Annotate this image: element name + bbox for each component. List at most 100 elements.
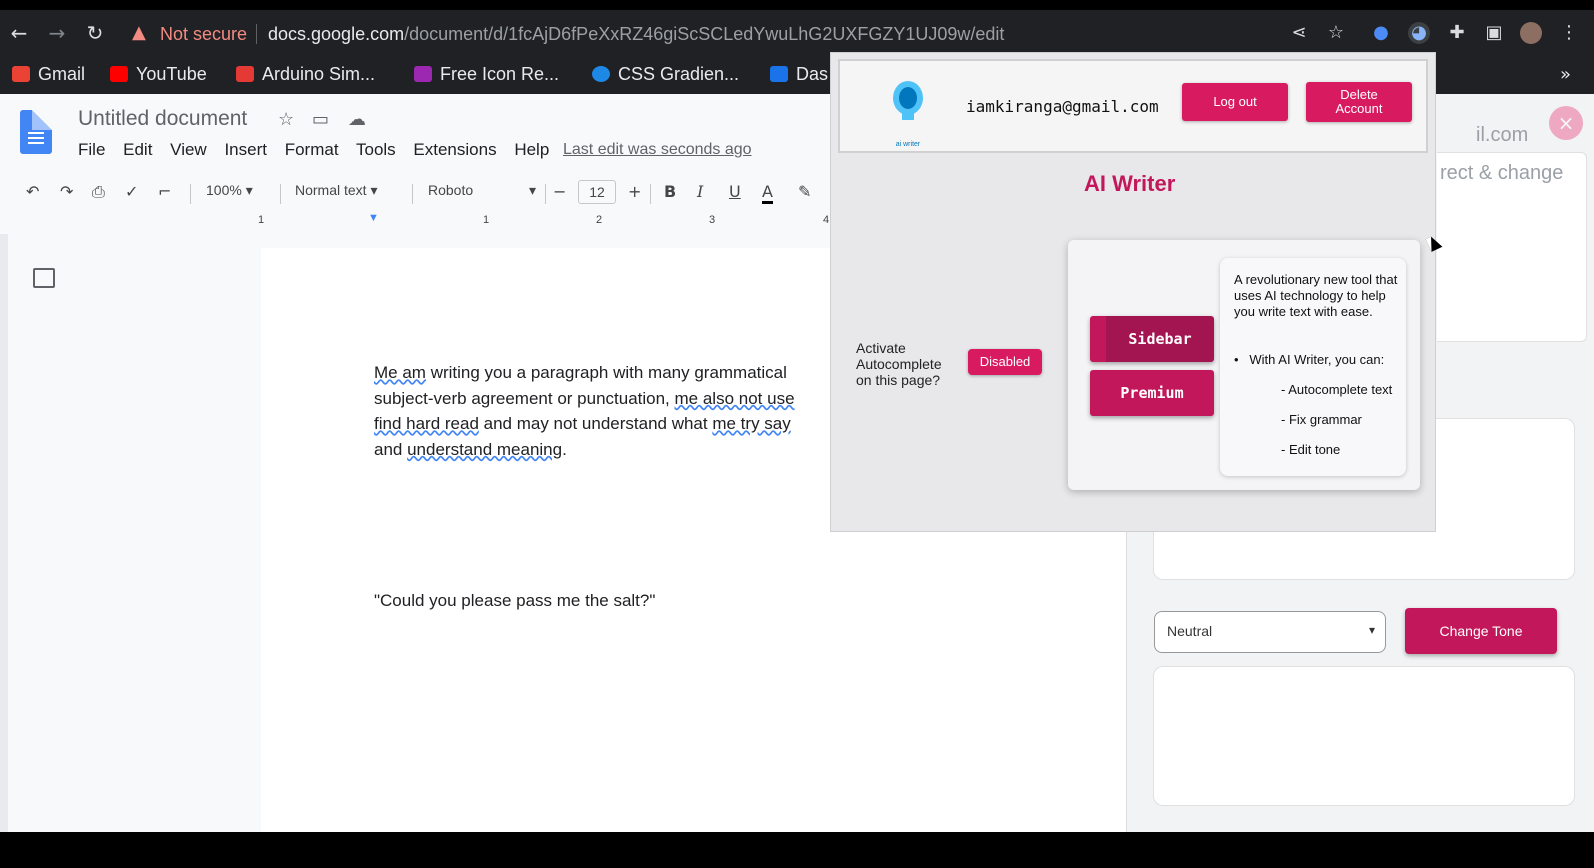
delete-account-button[interactable]: Delete Account [1306,82,1412,122]
gmail-icon [12,66,30,82]
back-icon[interactable]: ← [8,22,30,44]
extensions-puzzle-icon[interactable]: ✚ [1446,22,1468,44]
paragraph-line: and understand meaning. [374,439,567,459]
security-status: Not secure [160,24,248,44]
delete-label: Delete [1340,87,1378,102]
address-divider [256,24,257,44]
ruler-mark: 2 [596,214,603,226]
share-icon[interactable]: ⋖ [1288,22,1310,44]
style-select[interactable]: Normal text ▾ [295,182,378,199]
url-text: docs.google.com/document/d/1fcAjD6fPeXxR… [268,24,1005,44]
ai-writer-extension-icon[interactable]: ◕ [1408,22,1430,44]
kebab-menu-icon[interactable]: ⋮ [1558,22,1580,44]
document-paragraph[interactable]: Me am writing you a paragraph with many … [374,360,834,462]
document-outline-icon[interactable] [33,268,55,288]
move-folder-icon[interactable]: ▭ [312,109,329,130]
arduino-icon [236,66,254,82]
menu-file[interactable]: File [78,140,105,159]
menu-tools[interactable]: Tools [356,140,396,159]
toolbar-divider [190,184,191,204]
italic-icon[interactable]: I [697,182,703,201]
feature-item: - Fix grammar [1281,412,1362,427]
document-title[interactable]: Untitled document [78,107,247,131]
document-quote[interactable]: "Could you please pass me the salt?" [374,591,655,611]
ruler-mark: 1 [483,214,490,226]
account-email: iamkiranga@gmail.com [966,97,1159,116]
logout-button[interactable]: Log out [1182,83,1288,121]
sidebar-button[interactable]: Sidebar [1090,316,1214,362]
tone-select[interactable]: Neutral ▾ [1154,611,1386,653]
bold-icon[interactable]: B [664,182,676,201]
decrease-font-size-icon[interactable]: − [553,182,566,201]
tone-result-box[interactable] [1153,666,1575,806]
zoom-select[interactable]: 100% ▾ [206,182,253,199]
toolbar-divider [650,184,651,204]
info-panel: A revolutionary new tool that uses AI te… [1220,258,1406,476]
youtube-icon [110,66,128,82]
bookmark-youtube[interactable]: YouTube [110,64,207,85]
ruler-mark: 1 [258,214,265,226]
menu-insert[interactable]: Insert [224,140,267,159]
change-tone-button[interactable]: Change Tone [1405,608,1557,654]
free-icon-icon [414,66,432,82]
vertical-ruler [0,234,8,834]
menu-extensions[interactable]: Extensions [413,140,496,159]
ruler-mark: 3 [709,214,716,226]
star-icon[interactable]: ☆ [278,109,294,130]
menu-help[interactable]: Help [514,140,549,159]
ruler-mark: 4 [823,214,830,226]
undo-icon[interactable]: ↶ [26,182,39,201]
text-color-icon[interactable]: A [762,182,773,204]
font-select[interactable]: Roboto ▾ [428,182,536,198]
paragraph-line: find hard read and may not understand wh… [374,414,791,433]
print-icon[interactable]: ⎙ [92,182,105,202]
more-bookmarks-icon[interactable]: » [1560,64,1571,85]
chevron-down-icon: ▾ [1368,623,1375,637]
close-sidebar-icon[interactable]: × [1549,106,1583,140]
bookmark-free-icon[interactable]: Free Icon Re... [414,64,559,85]
premium-button[interactable]: Premium [1090,370,1214,416]
css-gradient-icon [592,66,610,82]
bookmark-dashboard[interactable]: Das [770,64,828,85]
sidebar-hint-text: rect & change [1440,162,1564,184]
tool-description: A revolutionary new tool that uses AI te… [1234,272,1398,319]
menu-edit[interactable]: Edit [123,140,152,159]
extension-vpn-icon[interactable]: ● [1370,22,1392,44]
last-edit-link[interactable]: Last edit was seconds ago [563,141,752,159]
warning-icon: ▲ [132,22,146,43]
font-size-input[interactable]: 12 [578,180,616,204]
indent-marker-icon[interactable]: ▼ [368,212,379,224]
sidebar-email-text: il.com [1476,124,1529,146]
bookmark-star-icon[interactable]: ☆ [1325,22,1347,44]
side-panel-icon[interactable]: ▣ [1483,22,1505,44]
increase-font-size-icon[interactable]: + [628,182,641,201]
bookmark-gmail[interactable]: Gmail [12,64,85,85]
menu-format[interactable]: Format [285,140,339,159]
forward-icon[interactable]: → [46,22,68,44]
browser-toolbar: ← → ↻ ▲ Not secure docs.google.com/docum… [0,10,1594,56]
autocomplete-label: Activate Autocomplete on this page? [856,340,942,388]
popup-title: AI Writer [1084,171,1176,196]
bookmark-arduino[interactable]: Arduino Sim... [236,64,375,85]
address-bar[interactable]: ▲ Not secure docs.google.com/document/d/… [128,16,1348,50]
ai-writer-logo: ai writer [888,80,928,148]
account-label: Account [1335,101,1383,116]
paragraph-line: subject-verb agreement or punctuation, m… [374,388,795,408]
paint-format-icon[interactable]: ⌐ [158,182,171,201]
feature-item: - Edit tone [1281,442,1341,457]
autocomplete-toggle[interactable]: Disabled [968,349,1042,375]
cloud-status-icon[interactable]: ☁ [348,109,366,130]
reload-icon[interactable]: ↻ [84,22,106,44]
menu-view[interactable]: View [170,140,207,159]
logo-caption: ai writer [895,141,921,148]
screen-bottom-bar [0,832,1594,868]
underline-icon[interactable]: U [729,182,741,201]
profile-avatar[interactable] [1520,22,1542,44]
spellcheck-icon[interactable]: ✓ [125,182,138,201]
redo-icon[interactable]: ↷ [60,182,73,201]
bookmark-css-gradient[interactable]: CSS Gradien... [592,64,739,85]
docs-logo-icon[interactable] [20,110,52,154]
toolbar-divider [545,184,546,204]
highlight-icon[interactable]: ✎ [798,182,811,201]
toolbar-divider [412,184,413,204]
